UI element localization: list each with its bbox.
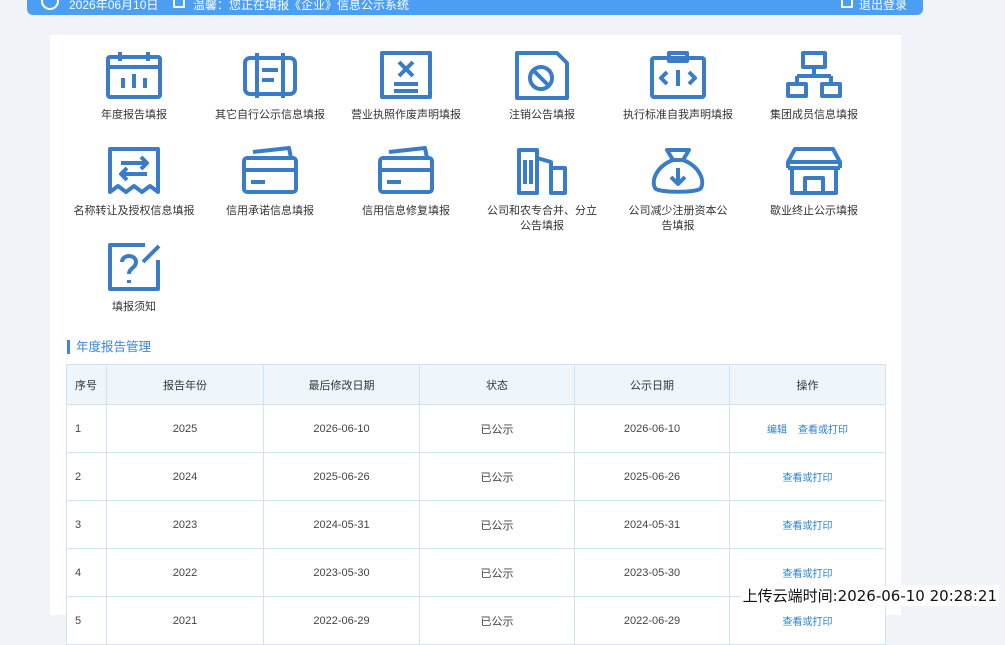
cell-status: 已公示 bbox=[419, 404, 575, 453]
col-header-published: 公示日期 bbox=[574, 364, 730, 405]
col-header-modified: 最后修改日期 bbox=[263, 364, 420, 405]
logout-button[interactable]: 退出登录 bbox=[859, 0, 907, 13]
capital-reduction-entry[interactable]: 公司减少注册资本公告填报 bbox=[610, 146, 746, 234]
storefront-icon bbox=[746, 146, 882, 196]
grid-label: 年度报告填报 bbox=[101, 109, 167, 121]
view-print-link[interactable]: 查看或打印 bbox=[798, 425, 848, 436]
cell-status: 已公示 bbox=[419, 452, 575, 501]
cell-index: 5 bbox=[66, 596, 107, 645]
cell-status: 已公示 bbox=[419, 596, 575, 645]
cancelled-document-icon bbox=[338, 50, 474, 100]
cell-modified: 2026-06-10 bbox=[263, 404, 420, 453]
credit-card-icon bbox=[338, 146, 474, 196]
grid-label: 注销公告填报 bbox=[509, 109, 575, 121]
cell-year: 2023 bbox=[106, 500, 264, 549]
section-title: 年度报告管理 bbox=[67, 340, 151, 354]
signboard-icon bbox=[202, 50, 338, 100]
cell-year: 2024 bbox=[106, 452, 264, 501]
buildings-icon bbox=[474, 146, 610, 196]
table-header-row: 序号 报告年份 最后修改日期 状态 公示日期 操作 bbox=[66, 364, 886, 405]
top-header-bar: 2026年06月10日 温馨：您正在填报《企业》信息公示系统 退出登录 bbox=[27, 0, 923, 15]
grid-label: 集团成员信息填报 bbox=[770, 109, 858, 121]
grid-label: 信用信息修复填报 bbox=[362, 205, 450, 217]
cell-modified: 2024-05-31 bbox=[263, 500, 420, 549]
cell-index: 4 bbox=[66, 548, 107, 597]
view-print-link[interactable]: 查看或打印 bbox=[783, 473, 833, 484]
col-header-status: 状态 bbox=[419, 364, 575, 405]
business-closure-entry[interactable]: 歇业终止公示填报 bbox=[746, 146, 882, 219]
cell-modified: 2025-06-26 bbox=[263, 452, 420, 501]
credit-promise-entry[interactable]: 信用承诺信息填报 bbox=[202, 146, 338, 219]
cell-year: 2025 bbox=[106, 404, 264, 453]
cell-published: 2022-06-29 bbox=[574, 596, 730, 645]
grid-label: 公司和农专合并、分立公告填报 bbox=[487, 205, 597, 232]
document-icon bbox=[173, 0, 185, 8]
col-header-index: 序号 bbox=[66, 364, 107, 405]
cell-actions: 查看或打印 bbox=[729, 500, 886, 549]
table-row: 1 2025 2026-06-10 已公示 2026-06-10 编辑 查看或打… bbox=[66, 404, 886, 453]
money-bag-icon bbox=[610, 146, 746, 196]
prohibited-document-icon bbox=[474, 50, 610, 100]
view-print-link[interactable]: 查看或打印 bbox=[783, 617, 833, 628]
grid-label: 歇业终止公示填报 bbox=[770, 205, 858, 217]
cancellation-notice-entry[interactable]: 注销公告填报 bbox=[474, 50, 610, 123]
merger-notice-entry[interactable]: 公司和农专合并、分立公告填报 bbox=[474, 146, 610, 234]
col-header-actions: 操作 bbox=[729, 364, 886, 405]
question-edit-icon bbox=[66, 242, 202, 292]
cell-published: 2024-05-31 bbox=[574, 500, 730, 549]
cell-year: 2022 bbox=[106, 548, 264, 597]
group-member-entry[interactable]: 集团成员信息填报 bbox=[746, 50, 882, 123]
cell-index: 2 bbox=[66, 452, 107, 501]
grid-label: 执行标准自我声明填报 bbox=[623, 109, 733, 121]
table-row: 2 2024 2025-06-26 已公示 2025-06-26 查看或打印 bbox=[66, 452, 886, 501]
cell-status: 已公示 bbox=[419, 548, 575, 597]
filing-notice-entry[interactable]: 填报须知 bbox=[66, 242, 202, 315]
grid-label: 公司减少注册资本公告填报 bbox=[628, 205, 728, 232]
edit-link[interactable]: 编辑 bbox=[767, 425, 787, 436]
upload-timestamp-watermark: 上传云端时间:2026-06-10 20:28:21 bbox=[740, 585, 999, 606]
cell-modified: 2023-05-30 bbox=[263, 548, 420, 597]
clock-icon bbox=[41, 0, 59, 10]
annual-report-entry[interactable]: 年度报告填报 bbox=[66, 50, 202, 123]
calendar-icon bbox=[66, 50, 202, 100]
org-chart-icon bbox=[746, 50, 882, 100]
license-void-entry[interactable]: 营业执照作废声明填报 bbox=[338, 50, 474, 123]
grid-label: 名称转让及授权信息填报 bbox=[73, 205, 195, 217]
header-date: 2026年06月10日 bbox=[69, 0, 159, 12]
code-clipboard-icon bbox=[610, 50, 746, 100]
grid-label: 营业执照作废声明填报 bbox=[351, 109, 461, 121]
logout-icon[interactable] bbox=[841, 0, 853, 8]
grid-label: 其它自行公示信息填报 bbox=[215, 109, 325, 121]
cell-actions: 编辑 查看或打印 bbox=[729, 404, 886, 453]
cell-index: 1 bbox=[66, 404, 107, 453]
grid-label: 填报须知 bbox=[112, 301, 156, 313]
cell-actions: 查看或打印 bbox=[729, 452, 886, 501]
standard-declaration-entry[interactable]: 执行标准自我声明填报 bbox=[610, 50, 746, 123]
cell-published: 2025-06-26 bbox=[574, 452, 730, 501]
header-notice: 温馨：您正在填报《企业》信息公示系统 bbox=[193, 0, 410, 12]
other-disclosure-entry[interactable]: 其它自行公示信息填报 bbox=[202, 50, 338, 123]
table-row: 3 2023 2024-05-31 已公示 2024-05-31 查看或打印 bbox=[66, 500, 886, 549]
transfer-receipt-icon bbox=[66, 146, 202, 196]
view-print-link[interactable]: 查看或打印 bbox=[783, 569, 833, 580]
cell-year: 2021 bbox=[106, 596, 264, 645]
cell-published: 2023-05-30 bbox=[574, 548, 730, 597]
view-print-link[interactable]: 查看或打印 bbox=[783, 521, 833, 532]
credit-card-icon bbox=[202, 146, 338, 196]
cell-index: 3 bbox=[66, 500, 107, 549]
name-transfer-entry[interactable]: 名称转让及授权信息填报 bbox=[66, 146, 202, 219]
cell-published: 2026-06-10 bbox=[574, 404, 730, 453]
cell-status: 已公示 bbox=[419, 500, 575, 549]
credit-repair-entry[interactable]: 信用信息修复填报 bbox=[338, 146, 474, 219]
cell-modified: 2022-06-29 bbox=[263, 596, 420, 645]
grid-label: 信用承诺信息填报 bbox=[226, 205, 314, 217]
col-header-year: 报告年份 bbox=[106, 364, 264, 405]
